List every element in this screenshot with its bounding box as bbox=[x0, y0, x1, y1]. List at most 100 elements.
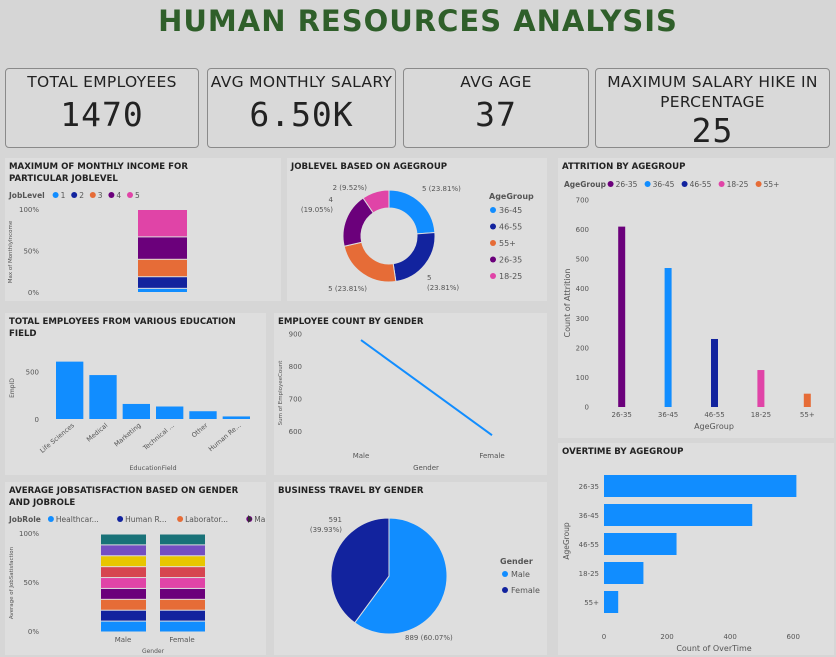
data-label: 5 bbox=[427, 274, 431, 282]
data-label: (19.05%) bbox=[301, 206, 333, 214]
legend-marker bbox=[89, 192, 96, 198]
legend-marker bbox=[644, 181, 651, 187]
kpi-total-employees[interactable]: TOTAL EMPLOYEES 1470 bbox=[5, 68, 199, 148]
bar-overtime-26-35 bbox=[604, 475, 797, 497]
legend-marker bbox=[490, 256, 496, 263]
legend-label: 1 bbox=[61, 191, 66, 200]
legend-marker bbox=[607, 181, 614, 187]
legend-marker bbox=[52, 192, 59, 198]
y-tick-label: 26-35 bbox=[579, 483, 599, 491]
data-label: 889 (60.07%) bbox=[405, 634, 453, 642]
legend-label: 18-25 bbox=[499, 272, 522, 281]
panel-travel[interactable]: BUSINESS TRAVEL BY GENDER 889 (60.07%) 59… bbox=[274, 482, 547, 655]
y-tick-label: 0% bbox=[28, 289, 39, 297]
panel-joblevel[interactable]: JOBLEVEL BASED ON AGEGROUP 5 (23.81%) 5 (2… bbox=[287, 158, 547, 301]
legend-marker bbox=[47, 516, 54, 522]
legend-label: Laborator... bbox=[185, 515, 228, 524]
bar-36-45 bbox=[664, 268, 672, 407]
legend-label: 55+ bbox=[499, 239, 516, 248]
bar-segment-male bbox=[101, 588, 146, 599]
y-tick-label: 46-55 bbox=[579, 541, 599, 549]
x-tick-label: Female bbox=[169, 636, 194, 644]
x-tick-label: 600 bbox=[787, 633, 800, 641]
bar-education bbox=[56, 361, 84, 419]
legend-marker bbox=[490, 207, 496, 213]
panel-education[interactable]: TOTAL EMPLOYEES FROM VARIOUS EDUCATION F… bbox=[5, 313, 266, 475]
x-tick-label: Other bbox=[190, 421, 210, 439]
kpi-value: 6.50K bbox=[249, 95, 354, 134]
data-label: (39.93%) bbox=[310, 526, 342, 534]
panel-overtime[interactable]: OVERTIME BY AGEGROUP 26-35 36-45 46-55 18-2… bbox=[558, 443, 834, 655]
bar-55+ bbox=[803, 393, 811, 407]
y-tick-label: 0% bbox=[28, 628, 39, 636]
bar-26-35 bbox=[618, 226, 626, 407]
legend-label: 2 bbox=[79, 191, 84, 200]
panel-jobsat[interactable]: AVERAGE JOBSATISFACTION BASED ON GENDER … bbox=[5, 482, 266, 655]
y-tick-label: 18-25 bbox=[579, 570, 599, 578]
education-chart: 0 500 EmpID Life Sciences Medical MarketingTe… bbox=[9, 361, 250, 472]
bar-segment-male bbox=[101, 556, 146, 567]
bar-segment-female bbox=[160, 599, 205, 610]
data-label: 5 (23.81%) bbox=[328, 285, 367, 293]
bar-overtime-18-25 bbox=[604, 562, 644, 584]
y-tick-label: 0 bbox=[35, 416, 39, 424]
legend-marker bbox=[490, 273, 496, 279]
bar-segment-male bbox=[101, 610, 146, 621]
panel-jobincome[interactable]: MAXIMUM OF MONTHLY INCOME FOR PARTICULAR… bbox=[5, 158, 281, 301]
legend-marker bbox=[71, 192, 78, 198]
kpi-avg-salary[interactable]: AVG MONTHLY SALARY 6.50K bbox=[207, 68, 396, 148]
dashboard-title: HUMAN RESOURCES ANALYSIS bbox=[158, 4, 678, 38]
bar-segment-joblevel-3 bbox=[138, 259, 187, 277]
y-tick-label: 100% bbox=[19, 530, 39, 538]
kpi-value: 37 bbox=[475, 95, 517, 134]
kpi-max-hike[interactable]: MAXIMUM SALARY HIKE IN PERCENTAGE 25 bbox=[595, 68, 830, 148]
legend-marker bbox=[681, 181, 688, 187]
bar-segment-joblevel-5 bbox=[138, 210, 187, 237]
bar-education bbox=[89, 375, 117, 419]
y-tick-label: 0 bbox=[585, 404, 589, 412]
legend-title: AgeGroup bbox=[564, 180, 607, 189]
legend-label: 46-55 bbox=[690, 180, 712, 189]
x-axis-label: EducationField bbox=[129, 464, 176, 472]
y-tick-label: 600 bbox=[289, 428, 302, 436]
bar-segment-joblevel-1 bbox=[138, 288, 187, 292]
x-axis-label: Gender bbox=[142, 648, 165, 655]
bar-segment-male bbox=[101, 578, 146, 588]
bar-education bbox=[156, 406, 184, 419]
panel-attrition[interactable]: ATTRITION BY AGEGROUP AgeGroup 26-35 36-45… bbox=[558, 158, 834, 438]
jobincome-chart: JobLevel 1 2 3 4 5 Max of MonthlyIncome 100% 50%… bbox=[8, 191, 187, 297]
kpi-label: TOTAL EMPLOYEES bbox=[27, 73, 177, 91]
y-tick-label: 100 bbox=[576, 374, 589, 382]
legend-label: 3 bbox=[98, 191, 103, 200]
legend-marker bbox=[502, 571, 508, 577]
legend-marker bbox=[127, 192, 133, 198]
bar-segment-joblevel-2 bbox=[138, 277, 187, 288]
legend-title: JobRole bbox=[8, 515, 41, 524]
overtime-chart: 26-35 36-45 46-55 18-25 55+ 0 200 400 600 Count o… bbox=[562, 475, 800, 653]
y-tick-label: 55+ bbox=[584, 599, 599, 607]
legend-title: JobLevel bbox=[8, 191, 45, 200]
legend-marker bbox=[755, 181, 762, 187]
y-axis-label: Average of JobSatisfaction bbox=[9, 546, 15, 619]
bar-segment-female bbox=[160, 545, 205, 556]
y-tick-label: 600 bbox=[576, 226, 589, 234]
joblevel-chart: 5 (23.81%) 5 (23.81%) 5 (23.81%) 4 (19.05%) 2 … bbox=[301, 184, 534, 293]
y-tick-label: 500 bbox=[576, 256, 589, 264]
y-tick-label: 900 bbox=[289, 331, 302, 339]
bar-overtime-36-45 bbox=[604, 504, 753, 526]
kpi-value: 25 bbox=[691, 111, 734, 148]
legend-label: Male bbox=[511, 570, 530, 579]
jobsat-chart: JobRole Healthcar... Human R... Laborator..… bbox=[8, 515, 266, 655]
bar-18-25 bbox=[757, 370, 765, 407]
bar-segment-female bbox=[160, 588, 205, 599]
bar-segment-male bbox=[101, 545, 146, 556]
y-tick-label: 500 bbox=[26, 369, 39, 377]
y-tick-label: 200 bbox=[576, 344, 589, 352]
y-axis-label: AgeGroup bbox=[562, 522, 571, 560]
kpi-value: 1470 bbox=[60, 95, 144, 134]
panel-gender[interactable]: EMPLOYEE COUNT BY GENDER 600 700 800 900 Sum… bbox=[274, 313, 547, 475]
legend-marker bbox=[718, 181, 725, 187]
kpi-avg-age[interactable]: AVG AGE 37 bbox=[403, 68, 589, 148]
y-axis-label: Max of MonthlyIncome bbox=[8, 220, 14, 283]
y-tick-label: 800 bbox=[289, 363, 302, 371]
